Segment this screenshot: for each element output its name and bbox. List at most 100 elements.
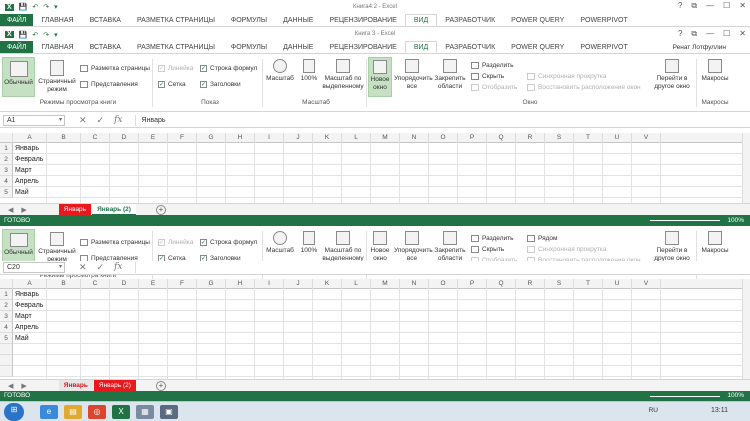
column-header[interactable]: C bbox=[81, 279, 110, 289]
explorer-icon[interactable]: ▤ bbox=[64, 405, 82, 419]
start-button-icon[interactable]: ⊞ bbox=[4, 403, 24, 421]
column-header[interactable]: L bbox=[342, 279, 371, 289]
maximize-icon[interactable]: ☐ bbox=[723, 29, 730, 39]
sheet-nav-right-icon[interactable]: ▶ bbox=[21, 206, 26, 214]
custom-views-button[interactable]: Представления bbox=[80, 81, 138, 88]
split-button[interactable]: Разделить bbox=[471, 235, 513, 242]
column-header[interactable]: A bbox=[13, 279, 47, 289]
zoom-button[interactable]: Масштаб bbox=[264, 59, 296, 83]
page-break-view-button[interactable]: Страничный режим bbox=[36, 229, 78, 264]
redo-icon[interactable]: ↷ bbox=[43, 31, 49, 39]
column-header[interactable]: F bbox=[168, 279, 197, 289]
column-header[interactable]: T bbox=[574, 133, 603, 143]
vertical-scrollbar[interactable] bbox=[742, 133, 750, 203]
page-layout-button[interactable]: Разметка страницы bbox=[80, 239, 150, 246]
formula-input[interactable]: Январь bbox=[134, 115, 750, 126]
column-header[interactable]: N bbox=[400, 279, 429, 289]
tab-developer[interactable]: РАЗРАБОТЧИК bbox=[437, 14, 503, 26]
page-layout-button[interactable]: Разметка страницы bbox=[80, 65, 150, 72]
row-header[interactable]: 3 bbox=[0, 311, 13, 322]
column-header[interactable]: H bbox=[226, 279, 255, 289]
formula-bar-checkbox[interactable]: ✓ Строка формул bbox=[200, 65, 257, 72]
page-break-view-button[interactable]: Страничный режим bbox=[36, 57, 78, 97]
chrome-icon[interactable]: ◎ bbox=[88, 405, 106, 419]
column-header[interactable]: N bbox=[400, 133, 429, 143]
sheet-tab-january[interactable]: Январь bbox=[58, 379, 93, 392]
column-header[interactable]: R bbox=[516, 133, 545, 143]
column-header[interactable]: O bbox=[429, 133, 458, 143]
user-name[interactable]: Ренат Лотфуллин bbox=[673, 44, 726, 51]
row-header[interactable]: 1 bbox=[0, 143, 13, 154]
zoom-to-selection-button[interactable]: Масштаб по выделенному bbox=[322, 231, 364, 263]
ribbon-display-icon[interactable]: ⧉ bbox=[691, 29, 697, 39]
column-header[interactable]: P bbox=[458, 279, 487, 289]
sheet-nav-left-icon[interactable]: ◀ bbox=[8, 206, 13, 214]
new-sheet-icon[interactable]: + bbox=[155, 204, 166, 215]
column-header[interactable]: B bbox=[47, 279, 81, 289]
cell[interactable]: Февраль bbox=[13, 154, 47, 165]
column-header[interactable]: A bbox=[13, 133, 47, 143]
cell[interactable]: Апрель bbox=[13, 322, 47, 333]
hide-button[interactable]: Скрыть bbox=[471, 246, 504, 253]
reset-position-button[interactable]: Восстановить расположение окон bbox=[527, 84, 641, 91]
tab-view[interactable]: ВИД bbox=[404, 41, 438, 53]
column-header[interactable]: M bbox=[371, 133, 400, 143]
qat-customize-icon[interactable]: ▾ bbox=[54, 31, 58, 39]
save-icon[interactable]: 💾 bbox=[19, 31, 28, 39]
tab-file[interactable]: ФАЙЛ bbox=[0, 41, 34, 53]
column-header[interactable]: P bbox=[458, 133, 487, 143]
tab-data[interactable]: ДАННЫЕ bbox=[275, 14, 321, 26]
qat-customize-icon[interactable]: ▾ bbox=[54, 3, 58, 11]
switch-windows-button[interactable]: Перейти в другое окно bbox=[652, 59, 692, 91]
cancel-icon[interactable]: ✕ bbox=[79, 115, 87, 126]
maximize-icon[interactable]: ☐ bbox=[723, 1, 730, 11]
column-header[interactable]: V bbox=[632, 279, 661, 289]
tab-page-layout[interactable]: РАЗМЕТКА СТРАНИЦЫ bbox=[129, 41, 223, 53]
column-header[interactable]: F bbox=[168, 133, 197, 143]
sheet-nav-left-icon[interactable]: ◀ bbox=[8, 382, 13, 390]
row-header[interactable]: 2 bbox=[0, 300, 13, 311]
tab-formulas[interactable]: ФОРМУЛЫ bbox=[223, 14, 275, 26]
zoom-100-button[interactable]: 100% bbox=[298, 231, 320, 255]
clock[interactable]: 13:11 bbox=[711, 407, 728, 414]
close-icon[interactable]: ✕ bbox=[739, 29, 746, 39]
column-header[interactable]: O bbox=[429, 279, 458, 289]
gridlines-checkbox[interactable]: ✓ Сетка bbox=[158, 81, 186, 88]
enter-icon[interactable]: ✓ bbox=[97, 262, 105, 273]
sheet-tab-january[interactable]: Январь bbox=[58, 203, 92, 216]
tab-home[interactable]: ГЛАВНАЯ bbox=[33, 41, 81, 53]
column-header[interactable]: T bbox=[574, 279, 603, 289]
tab-home[interactable]: ГЛАВНАЯ bbox=[33, 14, 81, 26]
column-header[interactable]: E bbox=[139, 279, 168, 289]
undo-icon[interactable]: ↶ bbox=[32, 31, 38, 39]
side-by-side-button[interactable]: Рядом bbox=[527, 235, 558, 242]
column-header[interactable]: Q bbox=[487, 133, 516, 143]
row-header[interactable]: 2 bbox=[0, 154, 13, 165]
cell[interactable]: Апрель bbox=[13, 176, 47, 187]
save-icon[interactable]: 💾 bbox=[19, 3, 28, 11]
sync-scroll-button[interactable]: Синхронная прокрутка bbox=[527, 246, 606, 253]
column-header[interactable]: I bbox=[255, 133, 284, 143]
formula-bar-checkbox[interactable]: ✓ Строка формул bbox=[200, 239, 257, 246]
column-header[interactable]: R bbox=[516, 279, 545, 289]
freeze-panes-button[interactable]: Закрепить области bbox=[432, 231, 468, 263]
column-header[interactable]: E bbox=[139, 133, 168, 143]
formula-input[interactable] bbox=[134, 262, 750, 273]
cell[interactable]: Февраль bbox=[13, 300, 47, 311]
unhide-button[interactable]: Отобразить bbox=[471, 84, 517, 91]
macros-button[interactable]: Макросы bbox=[700, 231, 730, 255]
tab-insert[interactable]: ВСТАВКА bbox=[82, 14, 129, 26]
cell[interactable]: Март bbox=[13, 165, 47, 176]
ie-icon[interactable]: e bbox=[40, 405, 58, 419]
tab-power-query[interactable]: POWER QUERY bbox=[503, 14, 572, 26]
tab-insert[interactable]: ВСТАВКА bbox=[82, 41, 129, 53]
new-sheet-icon[interactable]: + bbox=[155, 380, 166, 391]
headings-checkbox[interactable]: ✓ Заголовки bbox=[200, 81, 241, 88]
freeze-panes-button[interactable]: Закрепить области bbox=[432, 59, 468, 91]
normal-view-button[interactable]: Обычный bbox=[2, 57, 35, 97]
column-header[interactable]: K bbox=[313, 279, 342, 289]
insert-function-icon[interactable]: fx bbox=[114, 115, 122, 126]
sync-scroll-button[interactable]: Синхронная прокрутка bbox=[527, 73, 606, 80]
enter-icon[interactable]: ✓ bbox=[97, 115, 105, 126]
zoom-slider[interactable] bbox=[650, 396, 720, 397]
